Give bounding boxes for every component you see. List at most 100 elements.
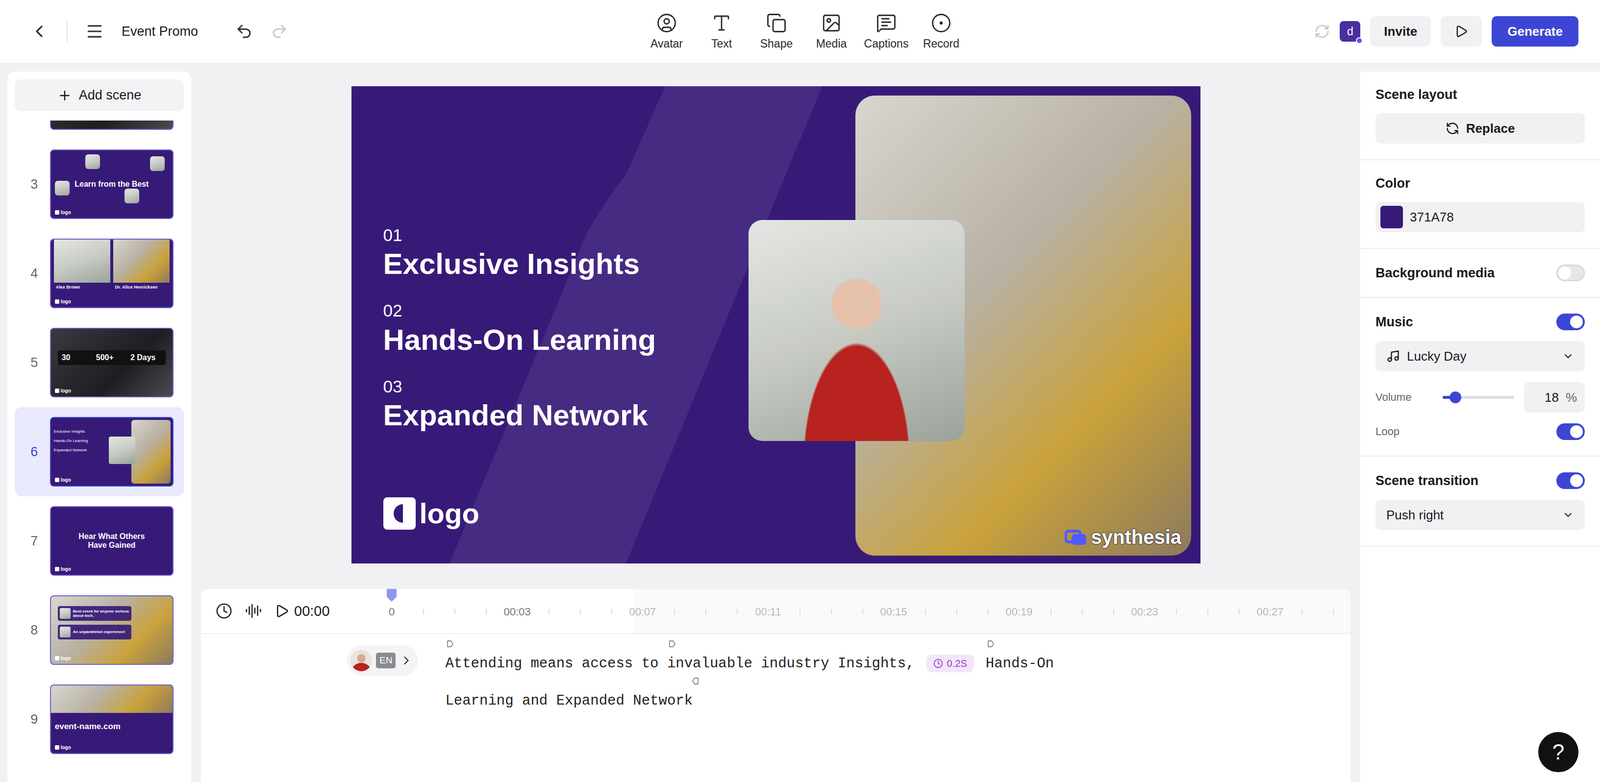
minor-tick — [454, 608, 456, 615]
logo-icon — [54, 567, 60, 572]
timeline-ruler[interactable]: 000:0300:0700:1100:1500:1900:2300:27 — [382, 589, 1351, 634]
quote-photo — [59, 608, 71, 620]
toggle-knob — [1570, 474, 1583, 488]
segment-start-icon[interactable] — [445, 639, 455, 650]
color-field[interactable]: 371A78 — [1375, 201, 1585, 233]
app: Event PromoAvatarTextShapeMediaCaptionsR… — [0, 0, 1600, 782]
music-toggle[interactable] — [1556, 313, 1585, 331]
tool-button[interactable]: Captions — [861, 12, 911, 51]
invite-button[interactable]: Invite — [1370, 16, 1431, 47]
scene-thumbnail[interactable]: Alex BrownDr. Alice Henricksenlogo — [50, 238, 174, 309]
highlight-item[interactable]: 03Expanded Network — [383, 376, 657, 432]
scene-item[interactable]: 4Alex BrownDr. Alice Henricksenlogo — [14, 228, 184, 319]
minor-tick — [862, 608, 864, 615]
scene-item[interactable]: 9event-name.comlogo — [14, 675, 184, 765]
minor-tick — [987, 608, 989, 615]
background-media-section: Background media — [1360, 249, 1600, 299]
scene-item[interactable]: 8Best event for anyone serious about tec… — [14, 585, 184, 675]
highlight-number: 01 — [383, 225, 657, 246]
status-dot — [1355, 37, 1363, 45]
help-button[interactable]: ? — [1538, 732, 1579, 773]
speaker-name: Dr. Alice Henricksen — [113, 284, 170, 290]
tool-button[interactable]: Media — [806, 12, 856, 51]
highlight-item[interactable]: 01Exclusive Insights — [383, 225, 657, 281]
speaker-photo — [113, 239, 170, 283]
segment-end-icon[interactable] — [690, 676, 701, 687]
minor-tick — [1113, 608, 1115, 615]
scene-item[interactable]: 7Hear What Others Have Gainedlogo — [14, 496, 184, 586]
volume-control: 18% — [1442, 382, 1585, 413]
scene-item[interactable] — [14, 120, 184, 140]
scene-item[interactable]: 3Learn from the Bestlogo — [14, 139, 184, 229]
tick-label: 00:07 — [628, 605, 656, 619]
plus-icon — [57, 88, 73, 103]
music-dropdown[interactable]: Lucky Day — [1375, 341, 1585, 372]
color-value: 371A78 — [1409, 209, 1454, 225]
undo-button[interactable] — [235, 22, 253, 41]
avatar-voice-chip[interactable]: EN — [346, 645, 419, 676]
play-time[interactable]: 00:00 — [274, 603, 330, 620]
scene-thumbnail[interactable]: Best event for anyone serious about tech… — [50, 595, 174, 666]
volume-thumb[interactable] — [1449, 391, 1462, 404]
user-avatar[interactable]: d — [1339, 21, 1361, 42]
logo-icon — [54, 299, 60, 304]
scene-thumbnail[interactable]: event-name.comlogo — [50, 684, 174, 755]
color-swatch[interactable] — [1380, 205, 1403, 229]
thumbnail-logo: logo — [54, 745, 72, 751]
scene-thumbnail[interactable]: Learn from the Bestlogo — [50, 149, 174, 220]
tool-button[interactable]: Text — [697, 12, 747, 51]
volume-input[interactable]: 18% — [1524, 382, 1585, 413]
scene-thumbnail[interactable]: Hear What Others Have Gainedlogo — [50, 506, 174, 576]
back-button[interactable] — [29, 21, 50, 42]
script-segment[interactable]: invaluable industry Insights, — [667, 655, 915, 673]
scene-canvas[interactable]: 01Exclusive Insights 02Hands-On Learning 0… — [351, 86, 1201, 564]
thumbnail-photo — [54, 180, 70, 196]
tool-button[interactable]: Avatar — [642, 12, 692, 51]
synthesia-logo-icon — [1064, 529, 1088, 547]
segment-start-icon[interactable] — [667, 639, 677, 650]
loop-toggle[interactable] — [1556, 423, 1585, 441]
preview-button[interactable] — [1440, 16, 1482, 47]
logo-icon — [54, 477, 60, 483]
minor-tick — [1238, 608, 1240, 615]
scene-thumbnail[interactable] — [50, 120, 174, 130]
minor-tick — [956, 608, 958, 615]
transition-toggle[interactable] — [1556, 472, 1585, 490]
pause-chip[interactable]: 0.2S — [926, 654, 975, 673]
tool-button[interactable]: Shape — [751, 12, 801, 51]
volume-slider[interactable] — [1442, 396, 1515, 400]
sync-icon — [1314, 23, 1330, 40]
sync-status — [1314, 23, 1330, 40]
tool-button[interactable]: Record — [916, 12, 966, 51]
playhead-icon[interactable] — [386, 589, 398, 602]
tool-label: Shape — [760, 37, 794, 51]
thumbnail-photo — [124, 188, 140, 204]
brand-logo[interactable]: logo — [383, 497, 480, 530]
watermark: synthesia — [1064, 526, 1182, 549]
replace-button[interactable]: Replace — [1375, 113, 1585, 144]
highlight-item[interactable]: 02Hands-On Learning — [383, 300, 657, 356]
project-title[interactable]: Event Promo — [121, 24, 199, 40]
add-scene-button[interactable]: Add scene — [14, 79, 184, 112]
generate-button[interactable]: Generate — [1491, 16, 1579, 47]
transition-dropdown[interactable]: Push right — [1375, 500, 1585, 531]
duration-button[interactable] — [215, 602, 233, 620]
scene-thumbnail[interactable]: Exclusive InsightsHands-On LearningExpan… — [50, 417, 174, 487]
scene-item[interactable]: 6Exclusive InsightsHands-On LearningExpa… — [14, 407, 184, 497]
segment-start-icon[interactable] — [985, 639, 996, 650]
script-editor[interactable]: Attending means access to invaluable ind… — [445, 645, 1083, 721]
menu-button[interactable] — [85, 22, 104, 41]
scene-thumbnail[interactable]: 30500+2 Dayslogo — [50, 327, 174, 398]
script-segment[interactable]: Attending means access to — [445, 655, 667, 673]
toggle-knob — [1570, 315, 1583, 329]
minor-tick — [1175, 608, 1177, 615]
thumbnail-logo: logo — [54, 388, 72, 394]
scene-item[interactable]: 530500+2 Dayslogo — [14, 318, 184, 408]
scenes-panel: Add scene 3Learn from the Bestlogo4Alex B… — [7, 71, 192, 782]
voice-button[interactable] — [245, 602, 262, 620]
text-icon — [711, 12, 732, 34]
background-media-toggle[interactable] — [1556, 264, 1585, 282]
avatar-video[interactable] — [748, 220, 965, 442]
thumbnail-photo — [150, 156, 165, 172]
thumbnail-photo — [131, 420, 171, 484]
